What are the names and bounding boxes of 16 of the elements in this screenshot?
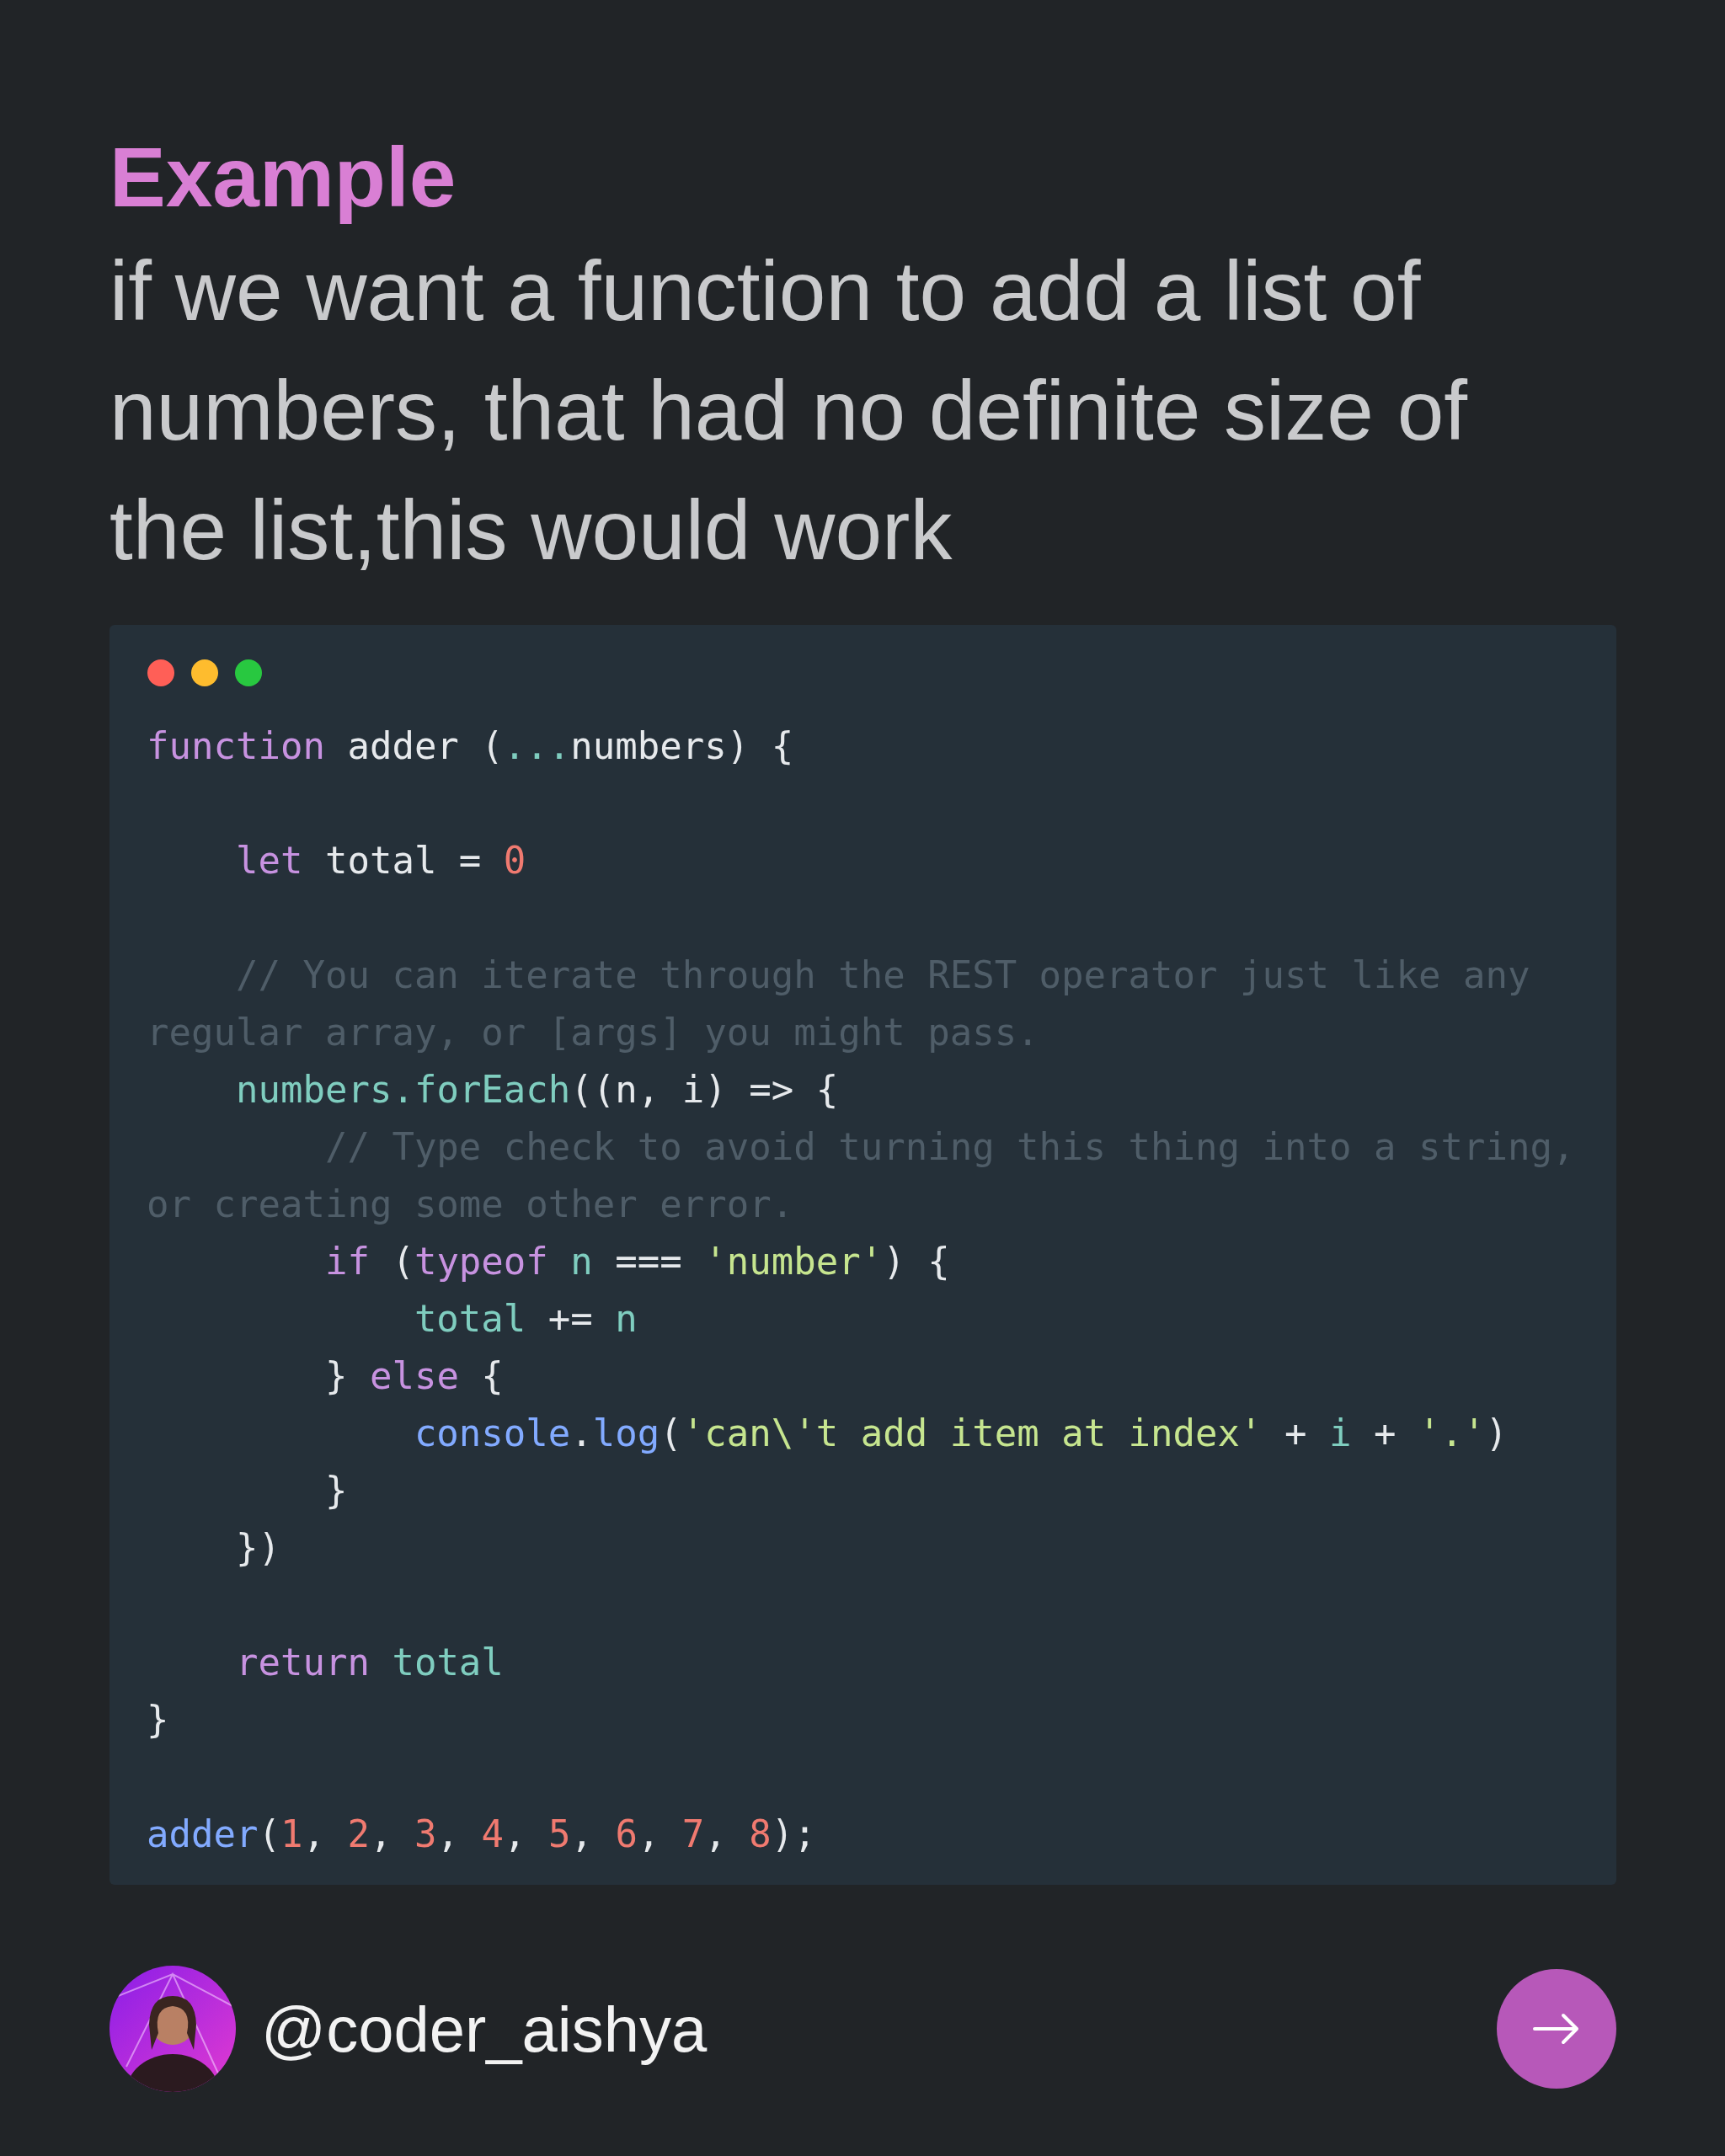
code-line: } [147, 1698, 169, 1741]
code-line: adder(1, 2, 3, 4, 5, 6, 7, 8); [147, 1812, 816, 1855]
code-line: }) [234, 1526, 280, 1569]
code-line: if (typeof n === 'number') { [323, 1240, 950, 1283]
description: if we want a function to add a list of numbers, that had no definite size of the list,this would work [109, 243, 1469, 579]
code-line: console.log('can\'t add item at index' + i + '.') [413, 1412, 1508, 1454]
code-line: } else { [323, 1354, 504, 1397]
username: @coder_aishya [261, 1992, 708, 2066]
title: Example [109, 129, 457, 226]
code-line: let total = 0 [234, 839, 526, 882]
code-line: numbers.forEach((n, i) => { [234, 1068, 839, 1111]
code-line: total += n [413, 1297, 638, 1340]
code-line: return total [234, 1641, 504, 1684]
window-controls-icon [147, 659, 263, 687]
code-line: } [323, 1469, 348, 1512]
code-line: function adder (...numbers) { [147, 724, 794, 767]
